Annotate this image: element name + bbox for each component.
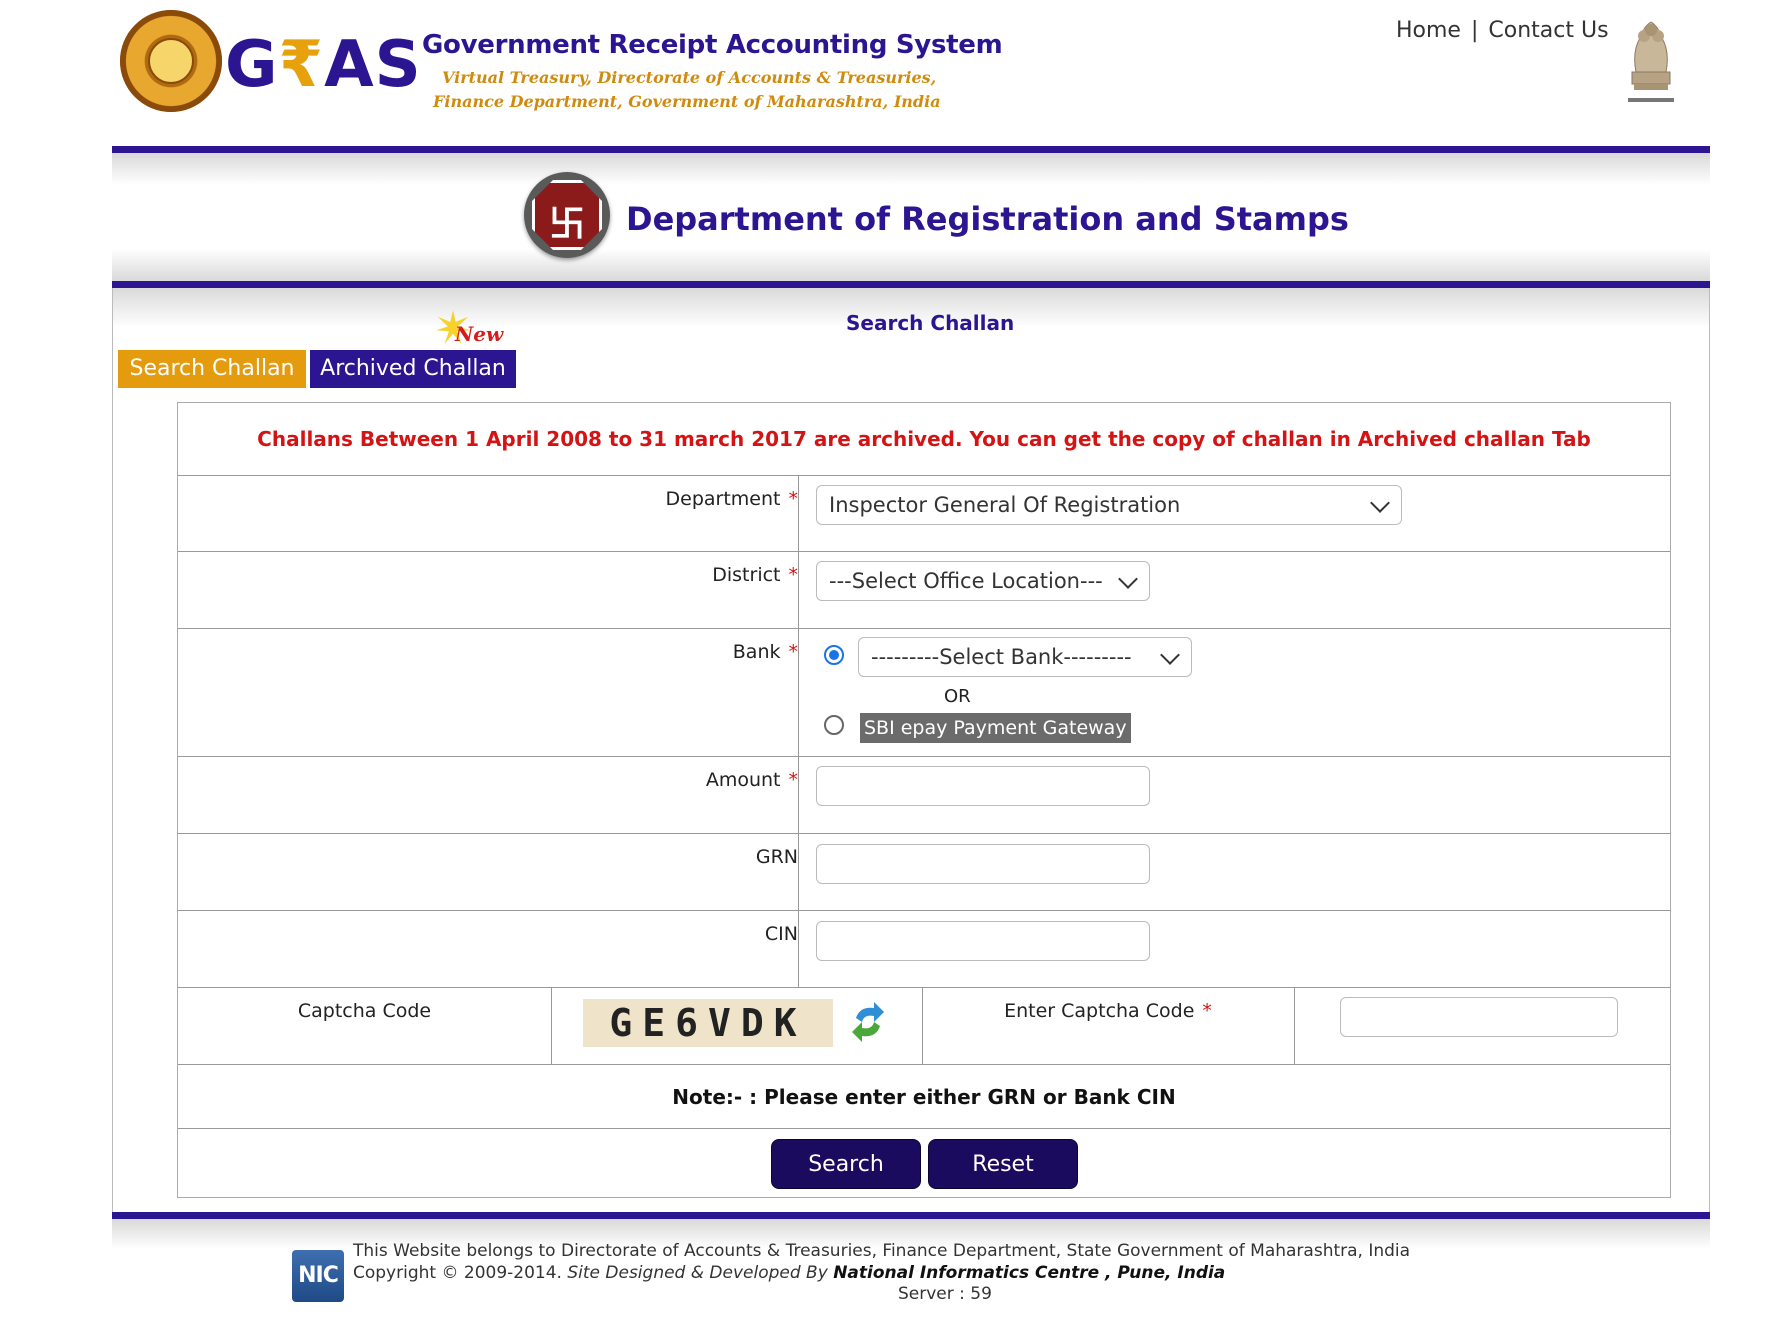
new-badge: New xyxy=(455,322,504,346)
note-row: Note:- : Please enter either GRN or Bank… xyxy=(178,1065,1670,1129)
column-divider xyxy=(798,552,799,628)
gras-logo: G₹AS xyxy=(225,28,422,102)
amount-row: Amount * xyxy=(178,757,1670,834)
nic-logo: NIC xyxy=(292,1250,344,1302)
nav-separator: | xyxy=(1470,18,1479,43)
required-mark: * xyxy=(1202,1000,1212,1022)
grn-input[interactable] xyxy=(816,844,1150,884)
department-logo-octagon: 卐 xyxy=(532,180,602,250)
required-mark: * xyxy=(788,564,799,586)
site-header: G₹AS Government Receipt Accounting Syste… xyxy=(0,0,1790,145)
sbi-epay-radio[interactable] xyxy=(824,715,844,735)
bank-label: Bank * xyxy=(732,641,799,663)
chevron-down-icon xyxy=(1370,493,1390,513)
footer-server: Server : 59 xyxy=(898,1284,992,1304)
developer-name: National Informatics Centre , Pune, Indi… xyxy=(833,1263,1226,1283)
department-logo-icon: 卐 xyxy=(524,172,610,258)
chevron-down-icon xyxy=(1160,645,1180,665)
required-mark: * xyxy=(788,641,799,663)
bank-select[interactable]: ---------Select Bank--------- xyxy=(858,637,1192,677)
district-row: District * ---Select Office Location--- xyxy=(178,552,1670,629)
top-navigation: Home | Contact Us xyxy=(1396,18,1609,43)
search-note: Note:- : Please enter either GRN or Bank… xyxy=(672,1085,1176,1109)
system-subtitle-1: Virtual Treasury, Directorate of Account… xyxy=(442,68,937,87)
cin-label: CIN xyxy=(764,923,798,945)
captcha-label: Captcha Code xyxy=(297,1000,432,1022)
required-mark: * xyxy=(788,488,799,510)
column-divider xyxy=(1294,988,1295,1064)
column-divider xyxy=(798,476,799,551)
tab-archived-challan[interactable]: Archived Challan xyxy=(310,350,516,388)
required-mark: * xyxy=(788,769,799,791)
system-subtitle-2: Finance Department, Government of Mahara… xyxy=(433,92,941,111)
column-divider xyxy=(798,911,799,987)
home-link[interactable]: Home xyxy=(1396,18,1461,43)
archive-notice: Challans Between 1 April 2008 to 31 marc… xyxy=(257,427,1591,451)
sbi-epay-label[interactable]: SBI epay Payment Gateway xyxy=(860,713,1131,743)
rupee-symbol: ₹ xyxy=(278,28,325,102)
reset-button[interactable]: Reset xyxy=(928,1139,1078,1189)
footer-ownership: This Website belongs to Directorate of A… xyxy=(353,1241,1411,1261)
chevron-down-icon xyxy=(1118,569,1138,589)
department-select[interactable]: Inspector General Of Registration xyxy=(816,485,1402,525)
enter-captcha-label: Enter Captcha Code * xyxy=(1004,1000,1212,1022)
grn-row: GRN xyxy=(178,834,1670,911)
captcha-row: Captcha Code GE6VDK Enter Captcha Code * xyxy=(178,988,1670,1065)
captcha-input[interactable] xyxy=(1340,997,1618,1037)
amount-input[interactable] xyxy=(816,766,1150,806)
notice-row: Challans Between 1 April 2008 to 31 marc… xyxy=(178,403,1670,476)
national-emblem-icon xyxy=(1628,21,1674,102)
tab-search-challan[interactable]: Search Challan xyxy=(118,350,306,388)
search-button[interactable]: Search xyxy=(771,1139,921,1189)
column-divider xyxy=(551,988,552,1064)
cin-row: CIN xyxy=(178,911,1670,988)
search-challan-form: Challans Between 1 April 2008 to 31 marc… xyxy=(177,402,1671,1198)
column-divider xyxy=(798,834,799,910)
swastik-glyph-icon: 卐 xyxy=(548,204,585,245)
district-select[interactable]: ---Select Office Location--- xyxy=(816,561,1150,601)
department-row: Department * Inspector General Of Registr… xyxy=(178,476,1670,552)
column-divider xyxy=(798,629,799,756)
department-title: Department of Registration and Stamps xyxy=(626,200,1349,238)
grn-label: GRN xyxy=(755,846,798,868)
section-title: Search Challan xyxy=(846,311,1015,335)
department-label: Department * xyxy=(665,488,799,510)
system-title: Government Receipt Accounting System xyxy=(422,30,1003,60)
maharashtra-seal-logo xyxy=(120,10,222,112)
captcha-refresh-icon[interactable] xyxy=(848,998,888,1046)
amount-label: Amount * xyxy=(705,769,799,791)
captcha-image: GE6VDK xyxy=(583,999,833,1047)
contact-us-link[interactable]: Contact Us xyxy=(1488,18,1608,43)
seal-center xyxy=(148,38,194,84)
bank-row: Bank * ---------Select Bank--------- OR S… xyxy=(178,629,1670,757)
bank-radio[interactable] xyxy=(824,645,844,665)
footer-copyright: Copyright © 2009-2014. Site Designed & D… xyxy=(353,1263,1226,1283)
cin-input[interactable] xyxy=(816,921,1150,961)
district-label: District * xyxy=(712,564,798,586)
column-divider xyxy=(798,757,799,833)
or-separator: OR xyxy=(944,686,971,707)
